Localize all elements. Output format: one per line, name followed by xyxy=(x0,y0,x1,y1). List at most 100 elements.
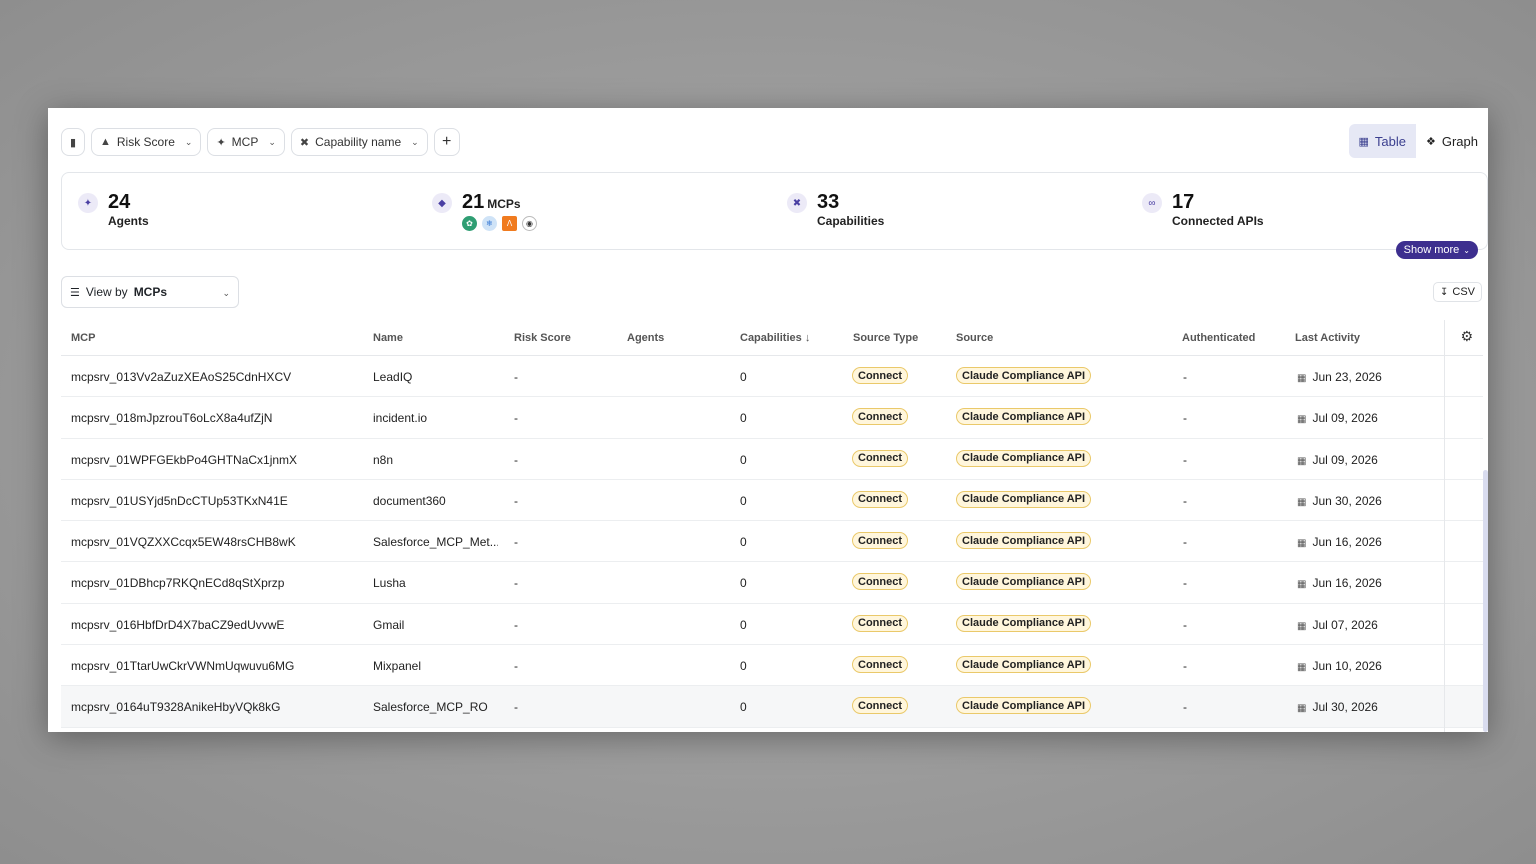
table-row[interactable]: mcpsrv_01DBhcp7RKQnECd8qStXprzp Lusha - … xyxy=(61,562,1483,604)
source-type-badge: Connect xyxy=(852,697,908,715)
table-row[interactable]: mcpsrv_01VQZXXCcqx5EW48rsCHB8wK Salesfor… xyxy=(61,521,1483,563)
last-activity-date: Jun 16, 2026 xyxy=(1312,576,1382,591)
cell-capabilities: 0 xyxy=(740,659,747,674)
mcp-icon: ✦ xyxy=(216,136,226,149)
table-row[interactable]: mcpsrv_018mJpzrouT6oLcX8a4ufZjN incident… xyxy=(61,397,1483,439)
source-badge: Claude Compliance API xyxy=(956,656,1092,674)
agents-count: 24 xyxy=(108,191,131,213)
column-header-last-activity[interactable]: Last Activity xyxy=(1295,332,1360,344)
cell-risk-score: - xyxy=(514,411,518,426)
source-badge: Claude Compliance API xyxy=(956,573,1092,591)
column-header-source[interactable]: Source xyxy=(956,332,993,344)
bookmark-button[interactable]: ▮ xyxy=(61,128,85,156)
cell-name: document360 xyxy=(373,493,446,508)
column-header-label: Capabilities xyxy=(740,332,802,344)
view-toggle: ▦ Table ❖ Graph xyxy=(1348,124,1489,158)
cell-risk-score: - xyxy=(514,700,518,715)
cell-last-activity: ▦ Jun 16, 2026 xyxy=(1297,535,1382,549)
cell-mcp: mcpsrv_016HbfDrD4X7baCZ9edUvvwE xyxy=(71,617,285,632)
github-logo-icon: ◉ xyxy=(522,216,537,231)
gear-icon[interactable]: ⚙ xyxy=(1460,328,1473,345)
column-divider xyxy=(1444,320,1445,732)
source-badge: Claude Compliance API xyxy=(956,614,1092,632)
cell-risk-score: - xyxy=(514,370,518,384)
capabilities-count: 33 xyxy=(817,191,840,213)
column-header-agents[interactable]: Agents xyxy=(627,332,664,344)
bookmark-icon: ▮ xyxy=(69,136,77,149)
inventory-panel: ▮ ▲ Risk Score ⌄ ✦ MCP ⌄ ✖ Capability na… xyxy=(48,108,1488,732)
cell-risk-score: - xyxy=(514,617,518,632)
cell-name: Gmail xyxy=(373,617,405,632)
cell-mcp: mcpsrv_018mJpzrouT6oLcX8a4ufZjN xyxy=(71,411,273,426)
csv-label: CSV xyxy=(1452,286,1475,298)
stat-connected-apis[interactable]: ∞ 17 Connected APIs xyxy=(1142,191,1264,228)
source-type-badge: Connect xyxy=(852,408,908,426)
cell-name: n8n xyxy=(373,452,394,467)
n8n-logo-icon: Λ xyxy=(502,216,517,231)
stat-mcps[interactable]: ◆ 21 MCPs ✿ ❄ Λ ◉ xyxy=(432,191,537,231)
source-badge: Claude Compliance API xyxy=(956,697,1092,715)
cell-capabilities: 0 xyxy=(740,452,747,467)
cell-mcp: mcpsrv_01TtarUwCkrVWNmUqwuvu6MG xyxy=(71,659,295,674)
cell-name: LeadIQ xyxy=(373,370,413,384)
capabilities-label: Capabilities xyxy=(817,214,885,228)
plus-icon: + xyxy=(442,133,452,150)
last-activity-date: Jun 30, 2026 xyxy=(1312,493,1382,508)
column-header-capabilities[interactable]: Capabilities ↓ xyxy=(740,332,810,344)
add-filter-button[interactable]: + xyxy=(433,128,460,156)
table-row[interactable]: mcpsrv_01WPFGEkbPo4GHTNaCx1jnmX n8n - 0 … xyxy=(61,439,1483,480)
source-badge: Claude Compliance API xyxy=(956,408,1092,426)
scrollbar[interactable] xyxy=(1483,470,1488,732)
graph-view-label: Graph xyxy=(1441,133,1478,149)
show-more-label: Show more xyxy=(1403,244,1460,256)
view-by-select[interactable]: ☰ View by MCPs ⌄ xyxy=(61,276,239,308)
cell-name: Salesforce_MCP_Met... xyxy=(373,535,498,550)
source-type-badge: Connect xyxy=(852,532,908,550)
filter-risk-score[interactable]: ▲ Risk Score ⌄ xyxy=(91,128,202,156)
source-type-badge: Connect xyxy=(852,656,908,674)
table-row[interactable]: mcpsrv_0164uT9328AnikeHbyVQk8kG Salesfor… xyxy=(61,686,1483,728)
table-row[interactable]: mcpsrv_01TtarUwCkrVWNmUqwuvu6MG Mixpanel… xyxy=(61,645,1483,687)
column-header-name[interactable]: Name xyxy=(373,332,403,344)
cell-mcp: mcpsrv_013Vv2aZuzXEAoS25CdnHXCV xyxy=(71,370,292,384)
stat-capabilities[interactable]: ✖ 33 Capabilities xyxy=(787,191,884,228)
cell-mcp: mcpsrv_01USYjd5nDcCTUp53TKxN41E xyxy=(71,493,288,508)
cell-authenticated: - xyxy=(1183,535,1187,550)
last-activity-date: Jun 10, 2026 xyxy=(1312,659,1382,674)
cell-risk-score: - xyxy=(514,535,518,550)
filter-capability-name[interactable]: ✖ Capability name ⌄ xyxy=(290,128,428,156)
source-badge: Claude Compliance API xyxy=(956,532,1092,550)
show-more-button[interactable]: Show more ⌄ xyxy=(1395,241,1478,259)
table-row[interactable]: mcpsrv_016HbfDrD4X7baCZ9edUvvwE Gmail - … xyxy=(61,604,1483,646)
table-row[interactable]: mcpsrv_013Vv2aZuzXEAoS25CdnHXCV LeadIQ -… xyxy=(61,356,1483,398)
cell-mcp: mcpsrv_01VQZXXCcqx5EW48rsCHB8wK xyxy=(71,535,296,550)
table-row[interactable]: mcpsrv_01USYjd5nDcCTUp53TKxN41E document… xyxy=(61,480,1483,522)
filter-label: Capability name xyxy=(315,135,402,149)
last-activity-date: Jul 09, 2026 xyxy=(1312,452,1378,467)
sort-arrow-icon: ↓ xyxy=(804,332,811,344)
tools-icon: ✖ xyxy=(299,136,310,149)
table-view-label: Table xyxy=(1374,133,1406,149)
cell-mcp: mcpsrv_01DBhcp7RKQnECd8qStXprzp xyxy=(71,576,285,591)
column-header-source-type[interactable]: Source Type xyxy=(853,332,918,344)
csv-export-button[interactable]: ↧ CSV xyxy=(1432,282,1482,302)
graph-view-button[interactable]: ❖ Graph xyxy=(1416,124,1488,158)
column-header-mcp[interactable]: MCP xyxy=(71,332,95,344)
cell-authenticated: - xyxy=(1183,493,1187,508)
cell-risk-score: - xyxy=(514,452,518,467)
last-activity-date: Jun 16, 2026 xyxy=(1312,535,1382,550)
last-activity-date: Jul 09, 2026 xyxy=(1312,411,1378,426)
graph-icon: ❖ xyxy=(1425,135,1436,148)
table-view-button[interactable]: ▦ Table xyxy=(1348,124,1416,158)
openai-logo-icon: ✿ xyxy=(462,216,477,231)
column-header-authenticated[interactable]: Authenticated xyxy=(1182,332,1255,344)
calendar-icon: ▦ xyxy=(1297,455,1307,467)
summary-stats: ✦ 24 Agents ◆ 21 MCPs ✿ ❄ Λ ◉ ✖ 33 Capab… xyxy=(61,172,1488,259)
column-header-risk-score[interactable]: Risk Score xyxy=(514,332,571,344)
layers-icon: ☰ xyxy=(70,286,80,299)
filter-mcp[interactable]: ✦ MCP ⌄ xyxy=(207,128,285,156)
last-activity-date: Jul 07, 2026 xyxy=(1312,617,1378,632)
stat-agents[interactable]: ✦ 24 Agents xyxy=(78,191,149,228)
calendar-icon: ▦ xyxy=(1297,538,1307,550)
tools-icon: ✖ xyxy=(787,193,807,213)
